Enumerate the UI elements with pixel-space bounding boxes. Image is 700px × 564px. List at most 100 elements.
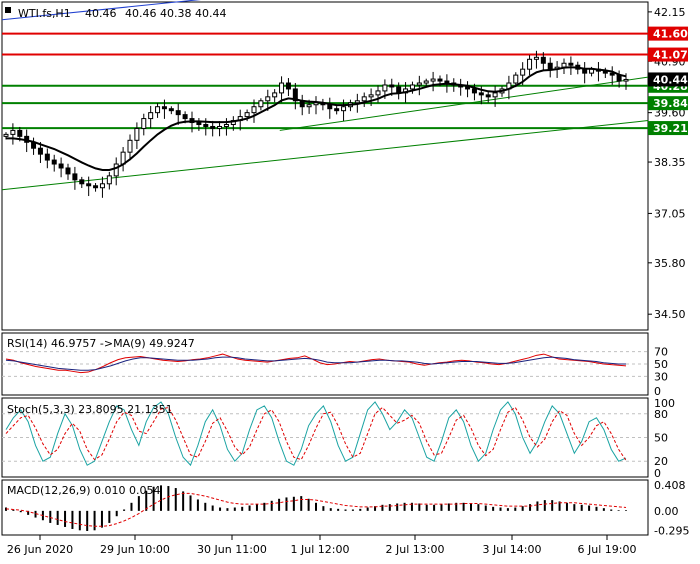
candle[interactable]	[527, 58, 533, 70]
time-axis: 26 Jun 2020 29 Jun 10:00 30 Jun 11:00 1 Jul…	[7, 535, 637, 556]
candle[interactable]	[258, 100, 264, 108]
ohlc-low: 40.38	[160, 7, 192, 20]
ohlc-high: 40.46	[125, 7, 157, 20]
time-tick-label: 3 Jul 14:00	[483, 543, 542, 556]
candle[interactable]	[361, 96, 367, 102]
candle[interactable]	[223, 124, 229, 127]
candle[interactable]	[148, 112, 154, 120]
candle[interactable]	[182, 114, 188, 120]
candle[interactable]	[520, 68, 526, 76]
candle[interactable]	[65, 167, 71, 175]
candle[interactable]	[203, 124, 209, 127]
candle[interactable]	[175, 110, 181, 116]
candle[interactable]	[341, 106, 347, 112]
rsi-level-label: 70	[654, 346, 668, 359]
time-tick-label: 30 Jun 11:00	[197, 543, 267, 556]
candle[interactable]	[334, 108, 340, 112]
candle[interactable]	[3, 133, 9, 137]
candle[interactable]	[72, 173, 78, 181]
time-tick-label: 26 Jun 2020	[7, 543, 73, 556]
ohlc-close: 40.44	[195, 7, 227, 20]
candle[interactable]	[244, 112, 250, 118]
candle[interactable]	[478, 92, 484, 96]
level-label: 39.84	[653, 97, 688, 110]
dropdown-triangle-icon[interactable]	[5, 7, 11, 13]
stoch-title: Stoch(5,3,3) 23.8095 21.1351	[7, 403, 173, 416]
stoch-level-label: 80	[654, 408, 668, 421]
candle[interactable]	[492, 92, 498, 98]
candle[interactable]	[396, 86, 402, 94]
candle[interactable]	[513, 74, 519, 84]
level-label: 41.07	[653, 49, 688, 62]
candle[interactable]	[17, 129, 23, 137]
stoch-level-label: 50	[654, 432, 668, 445]
candle[interactable]	[51, 159, 57, 165]
candle[interactable]	[37, 147, 43, 155]
candle[interactable]	[375, 90, 381, 96]
candle[interactable]	[251, 106, 257, 114]
candle[interactable]	[272, 92, 278, 98]
candle[interactable]	[437, 78, 443, 82]
candle[interactable]	[168, 108, 174, 112]
level-label: 41.60	[653, 28, 688, 41]
candle[interactable]	[423, 80, 429, 84]
candle[interactable]	[155, 106, 161, 114]
candle[interactable]	[471, 88, 477, 94]
candle[interactable]	[306, 104, 312, 108]
time-tick-label: 1 Jul 12:00	[291, 543, 350, 556]
candle[interactable]	[196, 122, 202, 126]
macd-tick-label: 0.408	[654, 479, 686, 492]
candle[interactable]	[79, 179, 85, 185]
time-tick-label: 29 Jun 10:00	[100, 543, 170, 556]
ohlc-open: 40.46	[85, 7, 117, 20]
time-tick-label: 2 Jul 13:00	[386, 543, 445, 556]
candle[interactable]	[547, 62, 553, 70]
candle[interactable]	[327, 104, 333, 110]
candle[interactable]	[416, 82, 422, 86]
candle[interactable]	[485, 94, 491, 98]
candle[interactable]	[93, 185, 99, 189]
candle[interactable]	[609, 72, 615, 76]
price-tick-label: 38.35	[654, 156, 686, 169]
rsi-level-label: 30	[654, 370, 668, 383]
candle[interactable]	[141, 118, 147, 129]
candle[interactable]	[161, 106, 167, 110]
candle[interactable]	[99, 183, 105, 189]
candle[interactable]	[568, 62, 574, 66]
macd-title: MACD(12,26,9) 0.010 0.054	[7, 484, 161, 497]
rsi-level-label: 50	[654, 358, 668, 371]
price-panel[interactable]: 42.1540.9039.6038.3537.0535.8034.5041.60…	[1, 0, 688, 331]
candle[interactable]	[113, 163, 119, 177]
candle[interactable]	[127, 139, 133, 153]
time-tick-label: 6 Jul 19:00	[578, 543, 637, 556]
chart-canvas: 42.1540.9039.6038.3537.0535.8034.5041.60…	[1, 0, 689, 556]
candle[interactable]	[389, 84, 395, 88]
rsi-title: RSI(14) 46.9757 ->MA(9) 49.9247	[7, 337, 195, 350]
price-tick-label: 35.80	[654, 257, 686, 270]
candle[interactable]	[382, 84, 388, 92]
macd-tick-label: 0.00	[654, 505, 679, 518]
candle[interactable]	[409, 84, 415, 90]
candle[interactable]	[86, 183, 92, 187]
candle[interactable]	[623, 78, 629, 82]
candle[interactable]	[10, 129, 16, 135]
candle[interactable]	[465, 86, 471, 90]
current-price-label: 40.44	[653, 73, 688, 86]
candle[interactable]	[444, 80, 450, 84]
candle[interactable]	[430, 78, 436, 82]
candle[interactable]	[279, 82, 285, 94]
candle[interactable]	[540, 56, 546, 64]
candle[interactable]	[368, 94, 374, 98]
candle[interactable]	[58, 163, 64, 169]
candle[interactable]	[134, 127, 140, 141]
candle[interactable]	[106, 175, 112, 185]
candle[interactable]	[217, 125, 223, 129]
main-frame	[1, 1, 649, 331]
candle[interactable]	[285, 82, 291, 90]
candle[interactable]	[210, 125, 216, 129]
trading-chart: 42.15 40.90 39.60 38.35 37.05 35.80 34.50 41.60…	[0, 0, 700, 560]
candle[interactable]	[44, 153, 50, 161]
candle[interactable]	[533, 56, 539, 60]
candle[interactable]	[354, 100, 360, 104]
candle[interactable]	[265, 96, 271, 102]
